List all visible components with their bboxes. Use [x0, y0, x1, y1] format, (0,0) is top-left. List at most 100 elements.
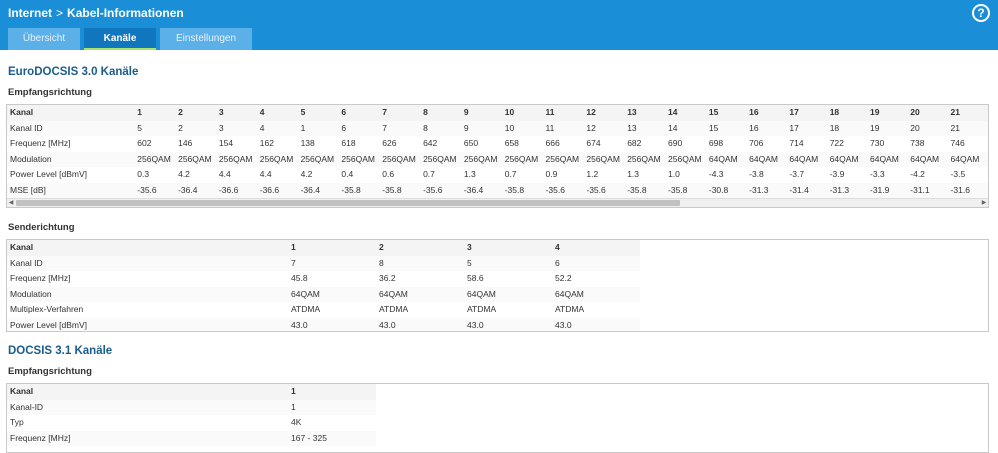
table-cell: -35.6: [542, 182, 584, 198]
table-cell: -35.8: [665, 182, 706, 198]
table-cell: 256QAM: [134, 151, 176, 167]
table-cell: 64QAM: [866, 151, 908, 167]
scrollbar-thumb[interactable]: [16, 200, 680, 206]
table-cell: 64QAM: [907, 151, 948, 167]
table-cell: 17: [786, 105, 827, 121]
table-cell: 256QAM: [338, 151, 380, 167]
table-cell: -36.6: [256, 182, 298, 198]
header-bar: Internet > Kabel-Informationen ? Übersic…: [0, 0, 998, 50]
table-cell: 1.0: [668, 169, 680, 179]
table-cell: 1: [288, 240, 376, 256]
table-cell: 714: [789, 138, 804, 148]
table-cell: 15: [705, 120, 747, 136]
table-cell: 730: [869, 138, 885, 148]
table-cell: 146: [178, 138, 193, 148]
table-row: Modulation 64QAM 64QAM 64QAM 64QAM: [7, 286, 640, 302]
table-cell: -35.6: [134, 182, 176, 198]
row-label: Kanal-ID: [7, 399, 288, 415]
table-cell: -31.1: [907, 182, 948, 198]
table-cell: -35.6: [583, 182, 625, 198]
table-cell: 642: [423, 138, 438, 148]
table-cell: 256QAM: [624, 151, 666, 167]
table-cell: -35.8: [501, 182, 543, 198]
table-cell: 52.2: [555, 273, 572, 283]
table-cell: 19: [866, 105, 908, 121]
tab-einstellungen[interactable]: Einstellungen: [160, 28, 252, 50]
table-cell: -3.3: [869, 169, 885, 179]
table-cell: 256QAM: [297, 151, 339, 167]
table-row: Kanal 1 2 3 4 5 6 7 8 9 10 11 12 13 14 15 16 17 18 19 20 21: [7, 105, 988, 121]
table-row: Power Level [dBmV] 0.3 4.2 4.4 4.4 4.2 0.4 0.6 0…: [7, 167, 988, 183]
tab-uebersicht[interactable]: Übersicht: [8, 28, 80, 50]
table-cell: -3.5: [950, 169, 966, 179]
table-cell: 256QAM: [256, 151, 298, 167]
table-cell: 64QAM: [947, 151, 988, 167]
table-cell: 7: [288, 255, 376, 271]
table-cell: 8: [420, 120, 461, 136]
table-cell: 154: [218, 138, 234, 148]
row-label: Kanal ID: [7, 255, 288, 271]
table-row: Modulation 256QAM 256QAM 256QAM 256QAM 256QAM…: [7, 151, 988, 167]
table-cell: 698: [708, 138, 724, 148]
table-cell: 10: [501, 105, 543, 121]
table-cell: 36.2: [379, 273, 396, 283]
table-cell: 2: [376, 240, 464, 256]
table-cell: 2: [175, 105, 216, 121]
table-cell: 706: [749, 138, 764, 148]
breadcrumb-separator: >: [56, 6, 64, 20]
table-cell: -4.2: [910, 169, 925, 179]
table-cell: 738: [910, 138, 925, 148]
table-cell: 16: [746, 120, 787, 136]
table-cell: 20: [907, 105, 948, 121]
table-cell: 43.0: [464, 317, 552, 331]
table-cell: 256QAM: [420, 151, 461, 167]
table-cell: 7: [379, 105, 421, 121]
table-row: Kanal ID 7 8 5 6: [7, 255, 640, 271]
table-cell: 4.4: [259, 169, 272, 179]
table-cell: 45.8: [291, 273, 308, 283]
table-cell: 1: [288, 384, 376, 400]
horizontal-scrollbar[interactable]: ◀ ▶: [7, 198, 988, 207]
row-label: Frequenz [MHz]: [10, 138, 71, 148]
table-cell: 9: [460, 120, 502, 136]
table-cell: -35.8: [338, 182, 380, 198]
table-cell: 4: [552, 240, 640, 256]
table-cell: -31.3: [746, 182, 787, 198]
scroll-left-icon[interactable]: ◀: [7, 199, 15, 207]
breadcrumb-root[interactable]: Internet: [8, 6, 52, 20]
table-cell: ATDMA: [291, 304, 321, 314]
table-cell: 18: [826, 120, 867, 136]
row-label: Power Level [dBmV]: [7, 317, 288, 331]
table-cell: -35.6: [420, 182, 461, 198]
table-cell: 746: [950, 138, 965, 148]
row-label: Kanal: [7, 240, 288, 256]
table-cell: 722: [829, 138, 844, 148]
table-cell: 11: [542, 105, 584, 121]
table-cell: 64QAM: [746, 151, 787, 167]
docsis30-upstream-table: Kanal 1 2 3 4 Kanal ID 7 8 5 6 Frequenz [MHz] 45.8 3…: [7, 240, 640, 331]
table-cell: 162: [259, 138, 274, 148]
scroll-right-icon[interactable]: ▶: [980, 199, 988, 207]
table-cell: 3: [215, 105, 257, 121]
table-cell: 43.0: [376, 317, 464, 331]
table-cell: 13: [624, 120, 666, 136]
table-cell: -30.8: [705, 182, 747, 198]
table-cell: -3.9: [829, 169, 845, 179]
table-cell: 1.3: [463, 169, 476, 179]
help-icon[interactable]: ?: [972, 4, 990, 22]
table-cell: 64QAM: [705, 151, 747, 167]
table-cell: ATDMA: [555, 304, 585, 314]
table-row: Frequenz [MHz] 602 146 154 162 138 618 626 642 65…: [7, 136, 988, 152]
row-label: Kanal ID: [7, 120, 135, 136]
table-row: Frequenz [MHz] 167 - 325: [7, 430, 376, 446]
table-cell: 618: [341, 138, 356, 148]
docsis31-title: DOCSIS 3.1 Kanäle: [8, 345, 113, 357]
table-cell: 43.0: [288, 317, 376, 331]
tab-kanaele[interactable]: Kanäle: [84, 28, 156, 50]
table-row: MSE [dB] -35.6 -36.4 -36.6 -36.6 -36.4 -35.8 -3…: [7, 182, 988, 198]
table-cell: ATDMA: [379, 304, 409, 314]
table-cell: 666: [545, 138, 560, 148]
table-cell: 602: [137, 138, 152, 148]
table-cell: 20: [907, 120, 948, 136]
table-cell: 64QAM: [464, 286, 552, 302]
